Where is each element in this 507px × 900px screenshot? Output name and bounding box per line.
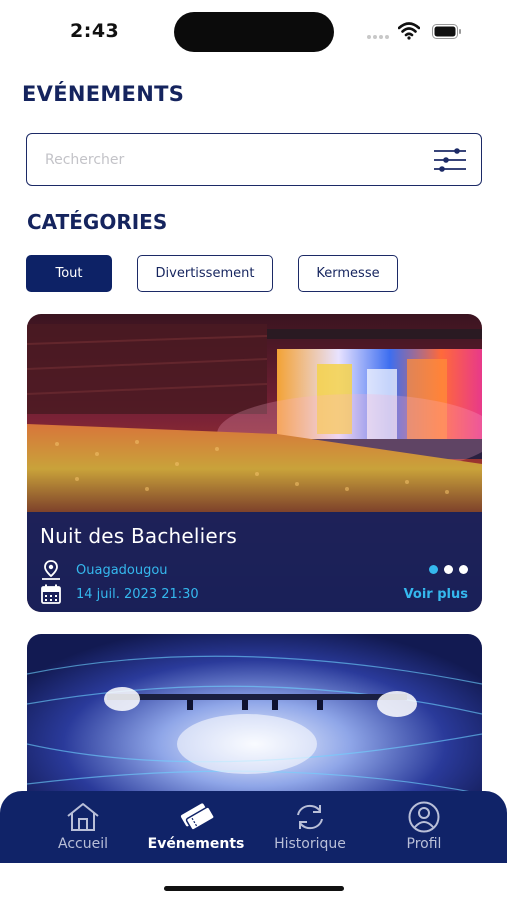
event-location: Ouagadougou	[76, 562, 168, 578]
event-location-row: Ouagadougou	[40, 559, 168, 581]
chip-kermesse[interactable]: Kermesse	[298, 255, 398, 292]
event-card[interactable]: Nuit des Bacheliers Ouagadougou 14 juil.…	[27, 314, 482, 612]
status-time: 2:43	[70, 20, 120, 42]
user-icon	[408, 801, 440, 833]
tab-label: Profil	[406, 836, 442, 852]
dynamic-island	[174, 12, 334, 52]
event-title: Nuit des Bacheliers	[40, 524, 237, 548]
calendar-icon	[41, 584, 61, 604]
tab-profil[interactable]: Profil	[369, 791, 479, 863]
tab-evenements[interactable]: Evénements	[141, 791, 251, 863]
page-title: EVÉNEMENTS	[22, 82, 185, 106]
categories-title: CATÉGORIES	[27, 210, 168, 234]
tab-historique[interactable]: Historique	[255, 791, 365, 863]
tab-label: Historique	[274, 836, 346, 852]
location-pin-icon	[42, 560, 60, 580]
event-datetime: 14 juil. 2023 21:30	[76, 586, 199, 602]
tickets-icon	[180, 803, 214, 831]
home-indicator[interactable]	[164, 886, 344, 891]
search-input[interactable]	[45, 148, 405, 172]
home-icon	[67, 803, 99, 831]
tab-label: Evénements	[147, 836, 245, 852]
search-box[interactable]	[26, 133, 482, 186]
status-bar: 2:43	[0, 0, 507, 62]
filter-icon[interactable]	[433, 147, 467, 173]
carousel-dot[interactable]	[459, 565, 468, 574]
chip-label: Kermesse	[316, 266, 380, 281]
refresh-icon	[297, 804, 323, 830]
carousel-dot[interactable]	[444, 565, 453, 574]
wifi-icon	[398, 22, 420, 40]
cellular-signal-icon	[367, 35, 389, 39]
bottom-tab-bar: Accueil Evénements Historique Profil	[0, 791, 507, 863]
voir-plus-link[interactable]: Voir plus	[404, 587, 468, 602]
chip-tout[interactable]: Tout	[26, 255, 112, 292]
chip-label: Tout	[55, 266, 83, 281]
event-date-row: 14 juil. 2023 21:30	[40, 583, 199, 605]
chip-divertissement[interactable]: Divertissement	[137, 255, 273, 292]
tab-label: Accueil	[58, 836, 108, 852]
chip-label: Divertissement	[155, 266, 255, 281]
battery-icon	[432, 24, 461, 39]
carousel-dot[interactable]	[429, 565, 438, 574]
tab-accueil[interactable]: Accueil	[28, 791, 138, 863]
carousel-dots	[429, 565, 468, 574]
